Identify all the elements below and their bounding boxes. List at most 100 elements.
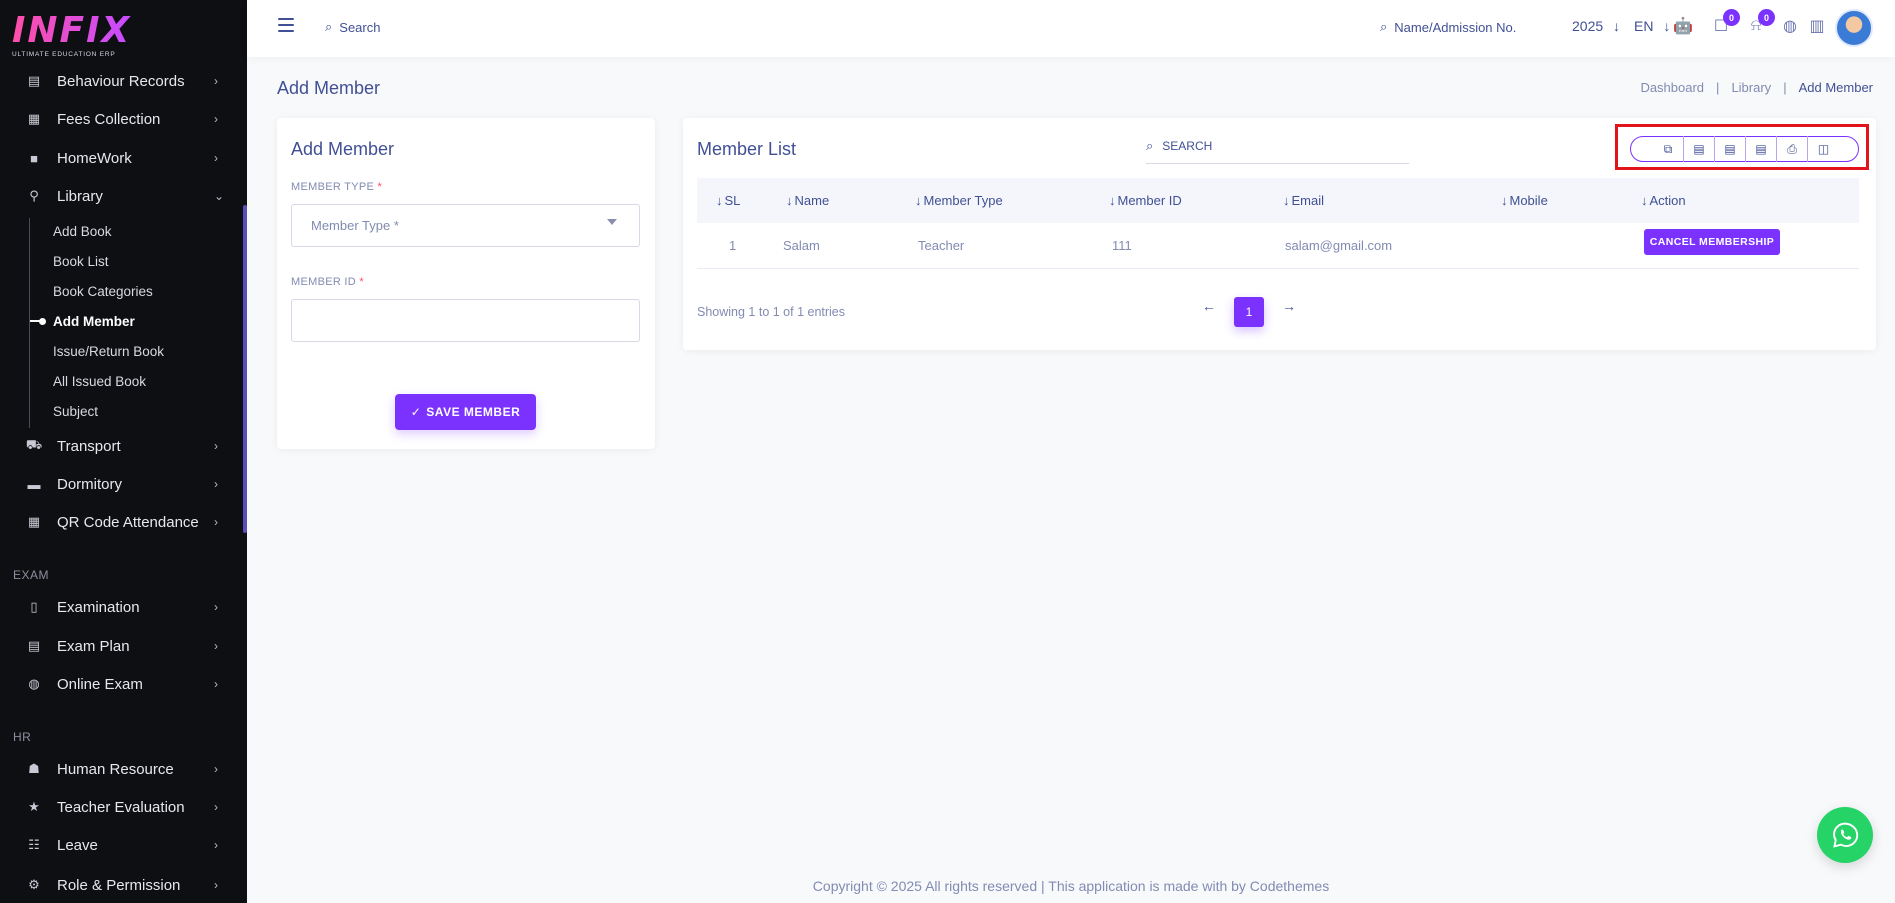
sidebar-item-label: Exam Plan xyxy=(57,637,130,655)
year-value: 2025 xyxy=(1572,18,1604,34)
add-member-form-title: Add Member xyxy=(291,139,395,159)
pagination-info: Showing 1 to 1 of 1 entries xyxy=(697,305,846,319)
member-list-search-label: SEARCH xyxy=(1162,138,1213,153)
qr-icon: ▦ xyxy=(27,514,41,529)
chevron-right-icon: › xyxy=(214,762,218,776)
pagination-page-current[interactable]: 1 xyxy=(1234,297,1264,327)
chevron-right-icon: › xyxy=(214,639,218,653)
sidebar-item-behaviour-records[interactable]: ▤ Behaviour Records › xyxy=(0,66,247,96)
sidebar-item-role-permission[interactable]: ⚙ Role & Permission › xyxy=(0,870,247,900)
leave-icon: ☷ xyxy=(28,837,40,852)
sidebar-subitem-book-categories[interactable]: Book Categories xyxy=(53,284,153,299)
chevron-right-icon: › xyxy=(214,600,218,614)
logo[interactable]: INFIX ULTIMATE EDUCATION ERP xyxy=(12,12,242,60)
member-type-select[interactable]: Member Type * xyxy=(291,204,640,247)
avatar[interactable] xyxy=(1835,9,1873,47)
sort-arrow-icon: ↓ xyxy=(1283,193,1290,208)
chart-icon[interactable]: ▥ xyxy=(1806,15,1828,37)
sidebar-subitem-add-book[interactable]: Add Book xyxy=(53,224,112,239)
sidebar-item-library[interactable]: ⚲ Library ⌄ xyxy=(0,181,247,211)
sidebar-item-fees-collection[interactable]: ▦ Fees Collection › xyxy=(0,104,247,134)
cell-email: salam@gmail.com xyxy=(1285,238,1393,253)
member-id-input[interactable] xyxy=(291,299,640,342)
sidebar-item-label: Role & Permission xyxy=(57,876,181,894)
sidebar-item-leave[interactable]: ☷ Leave › xyxy=(0,830,247,860)
breadcrumb-library[interactable]: Library xyxy=(1731,80,1771,95)
search-icon: ⌕ xyxy=(325,19,333,34)
sidebar-item-dormitory[interactable]: ▬ Dormitory › xyxy=(0,469,247,499)
logo-tagline: ULTIMATE EDUCATION ERP xyxy=(12,51,116,58)
sidebar-subitem-all-issued-book[interactable]: All Issued Book xyxy=(53,374,146,389)
page-title: Add Member xyxy=(277,78,381,98)
exam-plan-icon: ▤ xyxy=(27,638,41,653)
sidebar-item-human-resource[interactable]: ☗ Human Resource › xyxy=(0,754,247,784)
column-header-name[interactable]: ↓ Name xyxy=(786,193,829,208)
highlight-box xyxy=(1615,124,1869,170)
required-mark: * xyxy=(377,181,383,193)
sidebar-item-online-exam[interactable]: ◍ Online Exam › xyxy=(0,669,247,699)
member-list-search[interactable]: ⌕ SEARCH xyxy=(1146,128,1409,164)
sidebar-item-label: Transport xyxy=(57,437,121,455)
sidebar-item-teacher-evaluation[interactable]: ★ Teacher Evaluation › xyxy=(0,792,247,822)
bell-icon[interactable]: ⍾ 0 xyxy=(1745,9,1775,37)
sidebar-item-exam-plan[interactable]: ▤ Exam Plan › xyxy=(0,631,247,661)
sidebar-item-examination[interactable]: ▯ Examination › xyxy=(0,592,247,622)
column-header-label: Member Type xyxy=(923,193,1003,208)
sidebar-item-qr-code-attendance[interactable]: ▦ QR Code Attendance › xyxy=(0,507,247,537)
robot-icon[interactable]: 🤖 xyxy=(1672,15,1694,37)
column-header-action[interactable]: ↓ Action xyxy=(1641,193,1686,208)
cancel-membership-button[interactable]: CANCEL MEMBERSHIP xyxy=(1644,229,1780,255)
chevron-right-icon: › xyxy=(214,515,218,529)
name-admission-search[interactable]: ⌕ Name/Admission No. xyxy=(1380,19,1516,35)
year-select[interactable]: 2025 ↓ xyxy=(1572,18,1620,34)
chevron-right-icon: › xyxy=(214,74,218,88)
dormitory-icon: ▬ xyxy=(27,476,41,492)
member-type-label-text: MEMBER TYPE xyxy=(291,181,375,193)
chat-icon[interactable]: ☐ 0 xyxy=(1710,9,1740,37)
chevron-right-icon: › xyxy=(214,112,218,126)
star-icon: ★ xyxy=(28,799,40,814)
whatsapp-button[interactable] xyxy=(1817,807,1873,863)
pagination-prev-icon[interactable]: ← xyxy=(1202,298,1216,314)
sidebar-item-label: QR Code Attendance xyxy=(57,513,199,531)
breadcrumb: Dashboard | Library | Add Member xyxy=(1640,80,1873,95)
header-search[interactable]: ⌕ Search xyxy=(325,19,380,35)
column-header-mobile[interactable]: ↓ Mobile xyxy=(1501,193,1548,208)
column-header-email[interactable]: ↓ Email xyxy=(1283,193,1324,208)
column-header-member-type[interactable]: ↓ Member Type xyxy=(915,193,1003,208)
member-type-label: MEMBER TYPE * xyxy=(291,181,382,193)
chevron-right-icon: › xyxy=(214,838,218,852)
chevron-right-icon: › xyxy=(214,800,218,814)
sort-arrow-icon: ↓ xyxy=(1641,193,1648,208)
section-label-hr: HR xyxy=(13,730,32,744)
globe-icon[interactable]: ◍ xyxy=(1779,15,1801,37)
submenu-active-dot xyxy=(39,318,46,325)
whatsapp-icon xyxy=(1833,822,1859,848)
sidebar-item-label: HomeWork xyxy=(57,149,132,167)
member-id-label-text: MEMBER ID xyxy=(291,276,357,288)
sidebar-item-transport[interactable]: ⛟ Transport › xyxy=(0,431,247,461)
arrow-down-icon: ↓ xyxy=(1663,18,1671,34)
sidebar-subitem-issue-return-book[interactable]: Issue/Return Book xyxy=(53,344,164,359)
sort-arrow-icon: ↓ xyxy=(1501,193,1508,208)
breadcrumb-dashboard[interactable]: Dashboard xyxy=(1640,80,1704,95)
check-icon: ✓ xyxy=(410,405,422,419)
column-header-label: Member ID xyxy=(1117,193,1182,208)
sidebar-subitem-book-list[interactable]: Book List xyxy=(53,254,109,269)
language-select[interactable]: EN ↓ xyxy=(1634,18,1670,34)
column-header-label: Email xyxy=(1291,193,1325,208)
footer: Copyright © 2025 All rights reserved | T… xyxy=(812,878,1330,894)
save-member-button[interactable]: ✓ SAVE MEMBER xyxy=(395,394,536,430)
cell-member-id: 111 xyxy=(1112,238,1132,253)
sidebar-item-homework[interactable]: ■ HomeWork › xyxy=(0,143,247,173)
sidebar-item-label: Human Resource xyxy=(57,760,174,778)
sidebar-scrollbar[interactable] xyxy=(243,205,247,533)
sidebar-subitem-add-member[interactable]: Add Member xyxy=(53,314,135,329)
sidebar-subitem-subject[interactable]: Subject xyxy=(53,404,98,419)
required-mark: * xyxy=(359,276,364,288)
pagination-next-icon[interactable]: → xyxy=(1282,298,1296,314)
column-header-member-id[interactable]: ↓ Member ID xyxy=(1109,193,1182,208)
column-header-sl[interactable]: ↓ SL xyxy=(716,193,740,208)
menu-toggle-icon[interactable] xyxy=(278,18,294,32)
language-value: EN xyxy=(1634,18,1654,34)
